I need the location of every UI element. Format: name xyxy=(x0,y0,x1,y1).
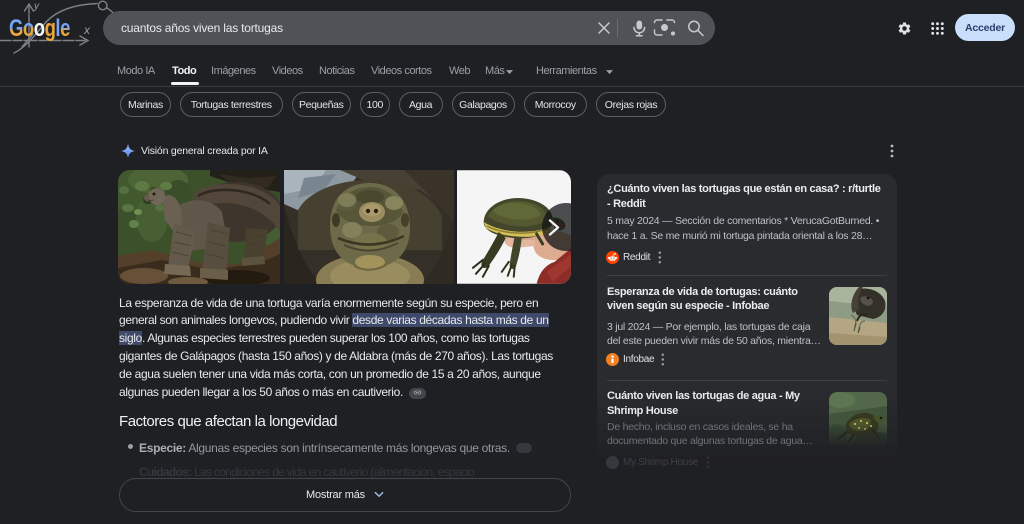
svg-text:x: x xyxy=(83,23,91,37)
svg-text:y: y xyxy=(33,1,40,12)
